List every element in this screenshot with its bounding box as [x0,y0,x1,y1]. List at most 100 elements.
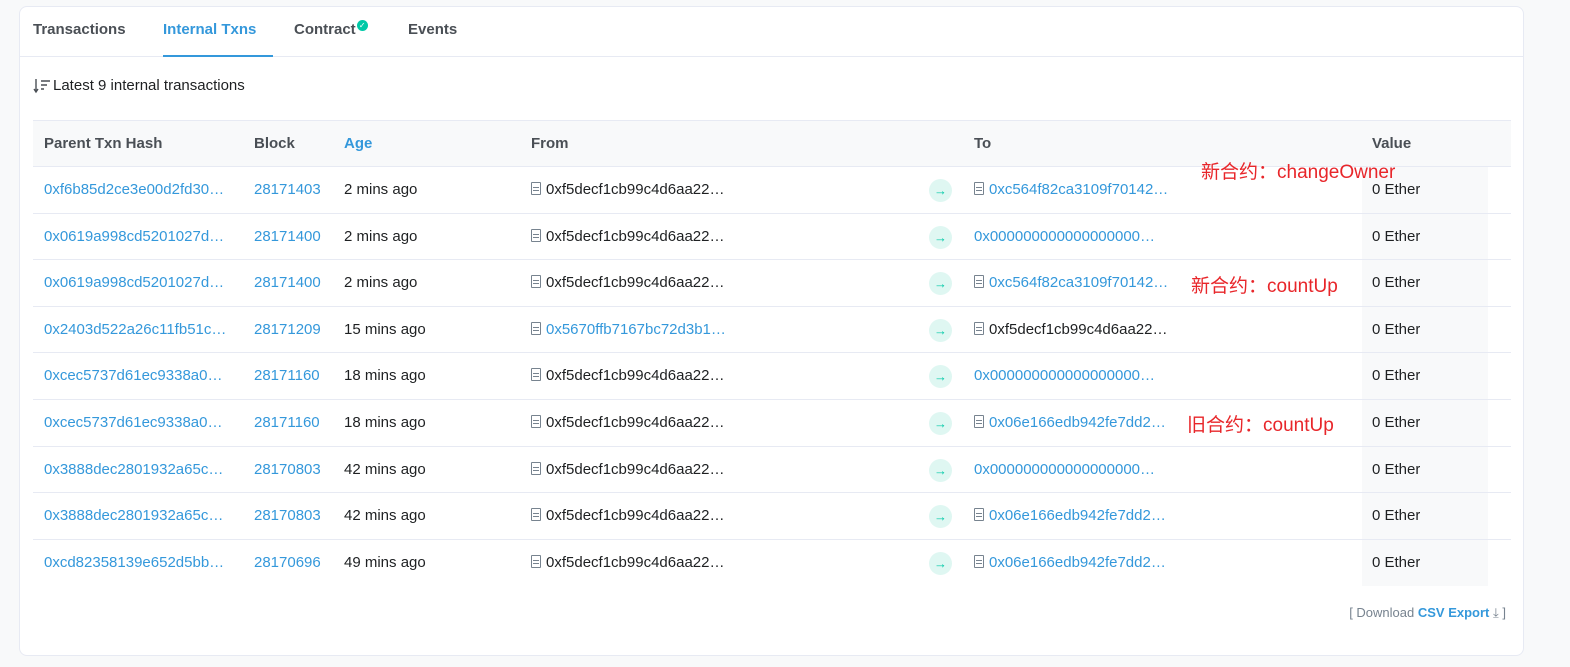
internal-txns-card: Transactions Internal Txns Contract ✓ Ev… [19,6,1524,656]
from-address: 0xf5decf1cb99c4d6aa22… [531,447,724,493]
to-address-text[interactable]: 0x000000000000000000… [974,228,1155,245]
block-link[interactable]: 28170696 [254,540,321,586]
from-address: 0xf5decf1cb99c4d6aa22… [531,260,724,306]
block-link[interactable]: 28171209 [254,307,321,353]
contract-icon [974,182,984,195]
parent-txn-hash-link[interactable]: 0x0619a998cd5201027d… [44,260,239,306]
csv-export-link[interactable]: CSV Export [1418,605,1490,620]
block-link[interactable]: 28171403 [254,167,321,213]
annotation-old-countup: 旧合约：countUp [1187,415,1334,436]
from-address: 0xf5decf1cb99c4d6aa22… [531,214,724,260]
table-row: 0x3888dec2801932a65c… 28170803 42 mins ago… [33,447,1511,494]
to-address-text[interactable]: 0x000000000000000000… [974,461,1155,478]
arrow-right-icon: → [929,411,952,435]
block-link[interactable]: 28171160 [254,400,320,446]
parent-txn-hash-link[interactable]: 0xf6b85d2ce3e00d2fd30… [44,167,239,213]
block-link[interactable]: 28170803 [254,447,321,493]
from-address-text: 0xf5decf1cb99c4d6aa22… [546,181,725,198]
to-address-text[interactable]: 0xc564f82ca3109f70142… [989,274,1168,291]
to-address: 0xf5decf1cb99c4d6aa22… [974,307,1167,353]
contract-icon [531,508,541,522]
value-text: 0 Ether [1372,367,1421,385]
contract-icon [974,508,984,522]
col-to: To [974,135,992,152]
parent-txn-hash-link[interactable]: 0xcd82358139e652d5bb… [44,540,239,586]
to-address-text[interactable]: 0x06e166edb942fe7dd2… [989,414,1166,431]
col-parent-hash: Parent Txn Hash [44,135,163,152]
parent-txn-hash-link[interactable]: 0x3888dec2801932a65c… [44,447,239,493]
contract-icon [974,414,984,428]
from-address-text: 0xf5decf1cb99c4d6aa22… [546,507,725,525]
parent-txn-hash-link[interactable]: 0x0619a998cd5201027d… [44,214,239,260]
to-address-text[interactable]: 0x000000000000000000… [974,367,1155,384]
age-text: 18 mins ago [344,367,426,385]
to-address[interactable]: 0x06e166edb942fe7dd2… [974,493,1166,539]
from-address-text: 0xf5decf1cb99c4d6aa22… [546,367,725,385]
from-address-text: 0xf5decf1cb99c4d6aa22… [546,460,725,478]
arrow-right-icon: → [929,225,952,249]
arrow-right-icon: → [929,365,952,389]
value-text: 0 Ether [1372,227,1421,245]
age-text: 18 mins ago [344,413,426,431]
parent-txn-hash-link[interactable]: 0x3888dec2801932a65c… [44,493,239,539]
to-address[interactable]: 0xc564f82ca3109f70142… [974,167,1168,213]
age-text: 15 mins ago [344,320,426,338]
from-address-text: 0xf5decf1cb99c4d6aa22… [546,553,725,571]
block-link[interactable]: 28170803 [254,493,321,539]
to-address[interactable]: 0x000000000000000000… [974,353,1155,399]
from-address[interactable]: 0x5670ffb7167bc72d3b1… [531,307,726,353]
tab-contract[interactable]: Contract ✓ [294,7,368,57]
sort-icon[interactable] [33,78,51,94]
from-address-text[interactable]: 0x5670ffb7167bc72d3b1… [546,321,726,338]
arrow-right-icon: → [929,458,952,482]
to-address-text[interactable]: 0xc564f82ca3109f70142… [989,181,1168,198]
parent-txn-hash-link[interactable]: 0xcec5737d61ec9338a0… [44,400,239,446]
from-address-text: 0xf5decf1cb99c4d6aa22… [546,274,725,292]
summary-text: Latest 9 internal transactions [53,77,245,94]
age-text: 2 mins ago [344,181,418,198]
block-link[interactable]: 28171160 [254,353,320,399]
age-text: 2 mins ago [344,274,418,292]
download-prefix: [ Download [1349,605,1415,620]
contract-icon [531,275,541,289]
table-row: 0xcd82358139e652d5bb… 28170696 49 mins ago… [33,540,1511,587]
arrow-right-icon: → [929,505,952,529]
internal-txns-table: Parent Txn Hash Block Age From To Value … [33,120,1511,586]
value-text: 0 Ether [1372,460,1421,478]
contract-icon [531,228,541,242]
to-address[interactable]: 0x000000000000000000… [974,214,1155,260]
block-link[interactable]: 28171400 [254,214,321,260]
tab-internal-txns[interactable]: Internal Txns [163,7,273,57]
tab-transactions[interactable]: Transactions [33,7,126,57]
download-icon[interactable]: ⤓ [1493,605,1499,620]
tab-bar: Transactions Internal Txns Contract ✓ Ev… [20,7,1523,57]
arrow-right-icon: → [929,318,952,342]
parent-txn-hash-link[interactable]: 0x2403d522a26c11fb51c… [44,307,239,353]
arrow-right-icon: → [929,551,952,575]
age-text: 42 mins ago [344,460,426,478]
contract-icon [974,321,984,335]
from-address: 0xf5decf1cb99c4d6aa22… [531,493,724,539]
table-row: 0x3888dec2801932a65c… 28170803 42 mins ago… [33,493,1511,540]
parent-txn-hash-link[interactable]: 0xcec5737d61ec9338a0… [44,353,239,399]
table-row: 0x0619a998cd5201027d… 28171400 2 mins ago 0… [33,214,1511,261]
contract-icon [531,368,541,382]
table-row: 0x2403d522a26c11fb51c… 28171209 15 mins ag… [33,307,1511,354]
to-address[interactable]: 0x06e166edb942fe7dd2… [974,540,1166,586]
to-address-text[interactable]: 0x06e166edb942fe7dd2… [989,554,1166,571]
to-address[interactable]: 0xc564f82ca3109f70142… [974,260,1168,306]
arrow-right-icon: → [929,272,952,296]
col-age[interactable]: Age [344,121,372,166]
arrow-right-icon: → [929,179,952,202]
txn-summary: Latest 9 internal transactions [33,77,245,94]
to-address-text[interactable]: 0x06e166edb942fe7dd2… [989,507,1166,524]
block-link[interactable]: 28171400 [254,260,321,306]
to-address[interactable]: 0x06e166edb942fe7dd2… [974,400,1166,446]
value-text: 0 Ether [1372,320,1421,338]
download-suffix: ] [1502,605,1506,620]
value-text: 0 Ether [1372,553,1421,571]
to-address[interactable]: 0x000000000000000000… [974,447,1155,493]
tab-events[interactable]: Events [408,7,457,57]
age-text: 49 mins ago [344,553,426,571]
to-address-text: 0xf5decf1cb99c4d6aa22… [989,320,1168,338]
